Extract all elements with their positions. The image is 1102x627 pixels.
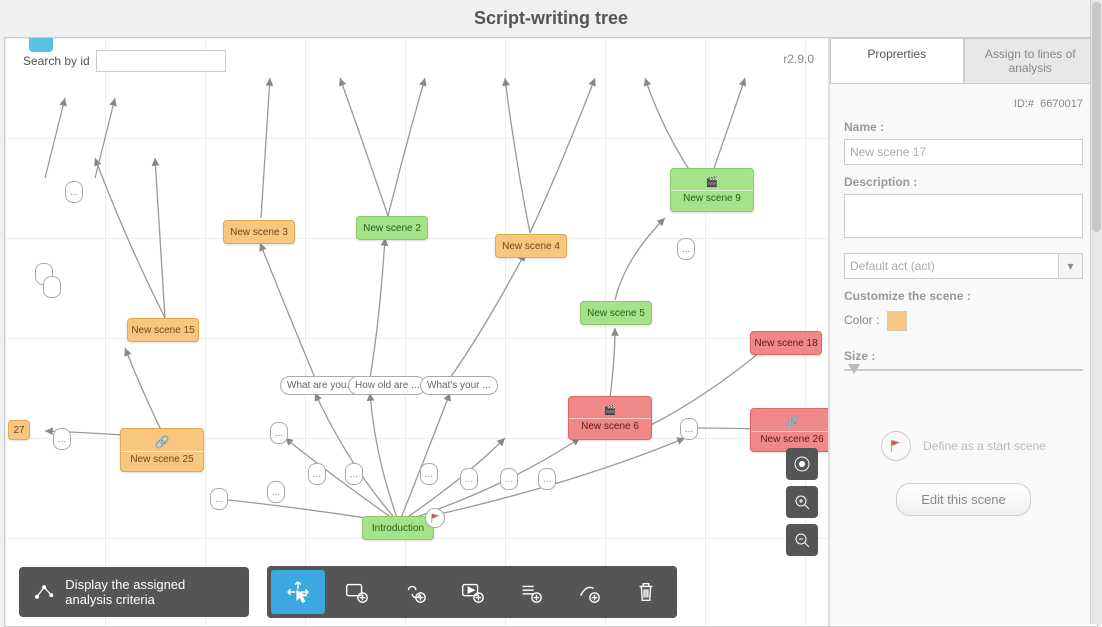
tool-add-media[interactable] xyxy=(445,570,499,614)
speech-2[interactable]: How old are ... xyxy=(348,376,426,395)
node-label: New scene 9 xyxy=(683,193,741,204)
id-display: ID:# 6670017 xyxy=(844,98,1083,110)
connector-pill[interactable]: ... xyxy=(680,418,698,440)
search-label: Search by id xyxy=(23,54,90,68)
link-icon: 🔗 xyxy=(785,415,800,429)
description-label: Description : xyxy=(844,175,1083,189)
tool-delete[interactable] xyxy=(619,570,673,614)
connector-pill[interactable]: ... xyxy=(308,463,326,485)
size-slider[interactable] xyxy=(844,369,1083,371)
chevron-down-icon[interactable]: ▾ xyxy=(1059,253,1083,279)
edit-scene-button[interactable]: Edit this scene xyxy=(896,483,1031,516)
canvas[interactable]: Search by id r2.9.0 xyxy=(5,38,829,626)
customize-label: Customize the scene : xyxy=(844,289,1083,303)
description-input[interactable] xyxy=(844,194,1083,238)
start-flag-icon[interactable] xyxy=(425,508,445,528)
tab-assign[interactable]: Assign to lines of analysis xyxy=(964,38,1098,83)
node-new-scene-5[interactable]: New scene 5 xyxy=(580,301,652,325)
node-new-scene-25[interactable]: 🔗 New scene 25 xyxy=(120,428,204,472)
act-select[interactable] xyxy=(844,253,1059,279)
toolbar xyxy=(267,566,677,618)
define-start-label: Define as a start scene xyxy=(923,439,1046,453)
center-button[interactable] xyxy=(786,448,818,480)
zoom-out-button[interactable] xyxy=(786,524,818,556)
node-new-scene-6[interactable]: 🎬 New scene 6 xyxy=(568,396,652,440)
connector-pill[interactable]: ... xyxy=(267,481,285,503)
connector-pill[interactable]: ... xyxy=(270,422,288,444)
node-label: New scene 26 xyxy=(760,434,823,445)
node-label: New scene 6 xyxy=(581,421,639,432)
connector-pill[interactable]: ... xyxy=(53,428,71,450)
node-27[interactable]: 27 xyxy=(8,420,30,440)
tool-add-list[interactable] xyxy=(503,570,557,614)
color-swatch[interactable] xyxy=(887,311,907,331)
connector-pill[interactable]: ... xyxy=(345,463,363,485)
search-input[interactable] xyxy=(96,50,226,72)
name-label: Name : xyxy=(844,120,1083,134)
node-new-scene-9[interactable]: 🎬 New scene 9 xyxy=(670,168,754,212)
color-label: Color : xyxy=(844,313,879,327)
connector-pill[interactable]: ... xyxy=(677,238,695,260)
connector-pill[interactable]: ... xyxy=(538,468,556,490)
scrollbar[interactable] xyxy=(1090,0,1102,624)
connector-pill[interactable]: ... xyxy=(500,468,518,490)
version-label: r2.9.0 xyxy=(783,52,814,66)
connector-pill[interactable]: ... xyxy=(210,488,228,510)
tool-add-link[interactable] xyxy=(387,570,441,614)
connector-pill[interactable]: ... xyxy=(460,468,478,490)
node-new-scene-3[interactable]: New scene 3 xyxy=(223,220,295,244)
tab-properties[interactable]: Proprerties xyxy=(830,38,964,83)
tool-add-relation[interactable] xyxy=(561,570,615,614)
node-label: New scene 25 xyxy=(130,454,193,465)
tool-add-node[interactable] xyxy=(329,570,383,614)
sidebar: Proprerties Assign to lines of analysis … xyxy=(829,38,1097,626)
link-icon: 🔗 xyxy=(155,435,170,449)
node-new-scene-18[interactable]: New scene 18 xyxy=(750,331,822,355)
film-icon: 🎬 xyxy=(604,405,616,416)
connector-pill[interactable]: ... xyxy=(65,181,83,203)
node-new-scene-26[interactable]: 🔗 New scene 26 xyxy=(750,408,829,452)
connector-pill[interactable] xyxy=(43,276,61,298)
node-new-scene-4[interactable]: New scene 4 xyxy=(495,234,567,258)
film-icon: 🎬 xyxy=(706,177,718,188)
flag-icon xyxy=(881,431,911,461)
connector-pill[interactable]: ... xyxy=(420,463,438,485)
name-input[interactable] xyxy=(844,139,1083,165)
criteria-label: Display the assigned analysis criteria xyxy=(65,577,235,607)
node-new-scene-2[interactable]: New scene 2 xyxy=(356,216,428,240)
size-label: Size : xyxy=(844,349,1083,363)
speech-3[interactable]: What's your ... xyxy=(420,376,498,395)
display-criteria-button[interactable]: Display the assigned analysis criteria xyxy=(19,567,249,617)
page-title: Script-writing tree xyxy=(0,0,1102,37)
graph-icon xyxy=(33,578,55,606)
node-introduction[interactable]: Introduction xyxy=(362,516,434,540)
define-start-button[interactable]: Define as a start scene xyxy=(844,431,1083,461)
node-new-scene-15[interactable]: New scene 15 xyxy=(127,318,199,342)
tool-move[interactable] xyxy=(271,570,325,614)
zoom-in-button[interactable] xyxy=(786,486,818,518)
